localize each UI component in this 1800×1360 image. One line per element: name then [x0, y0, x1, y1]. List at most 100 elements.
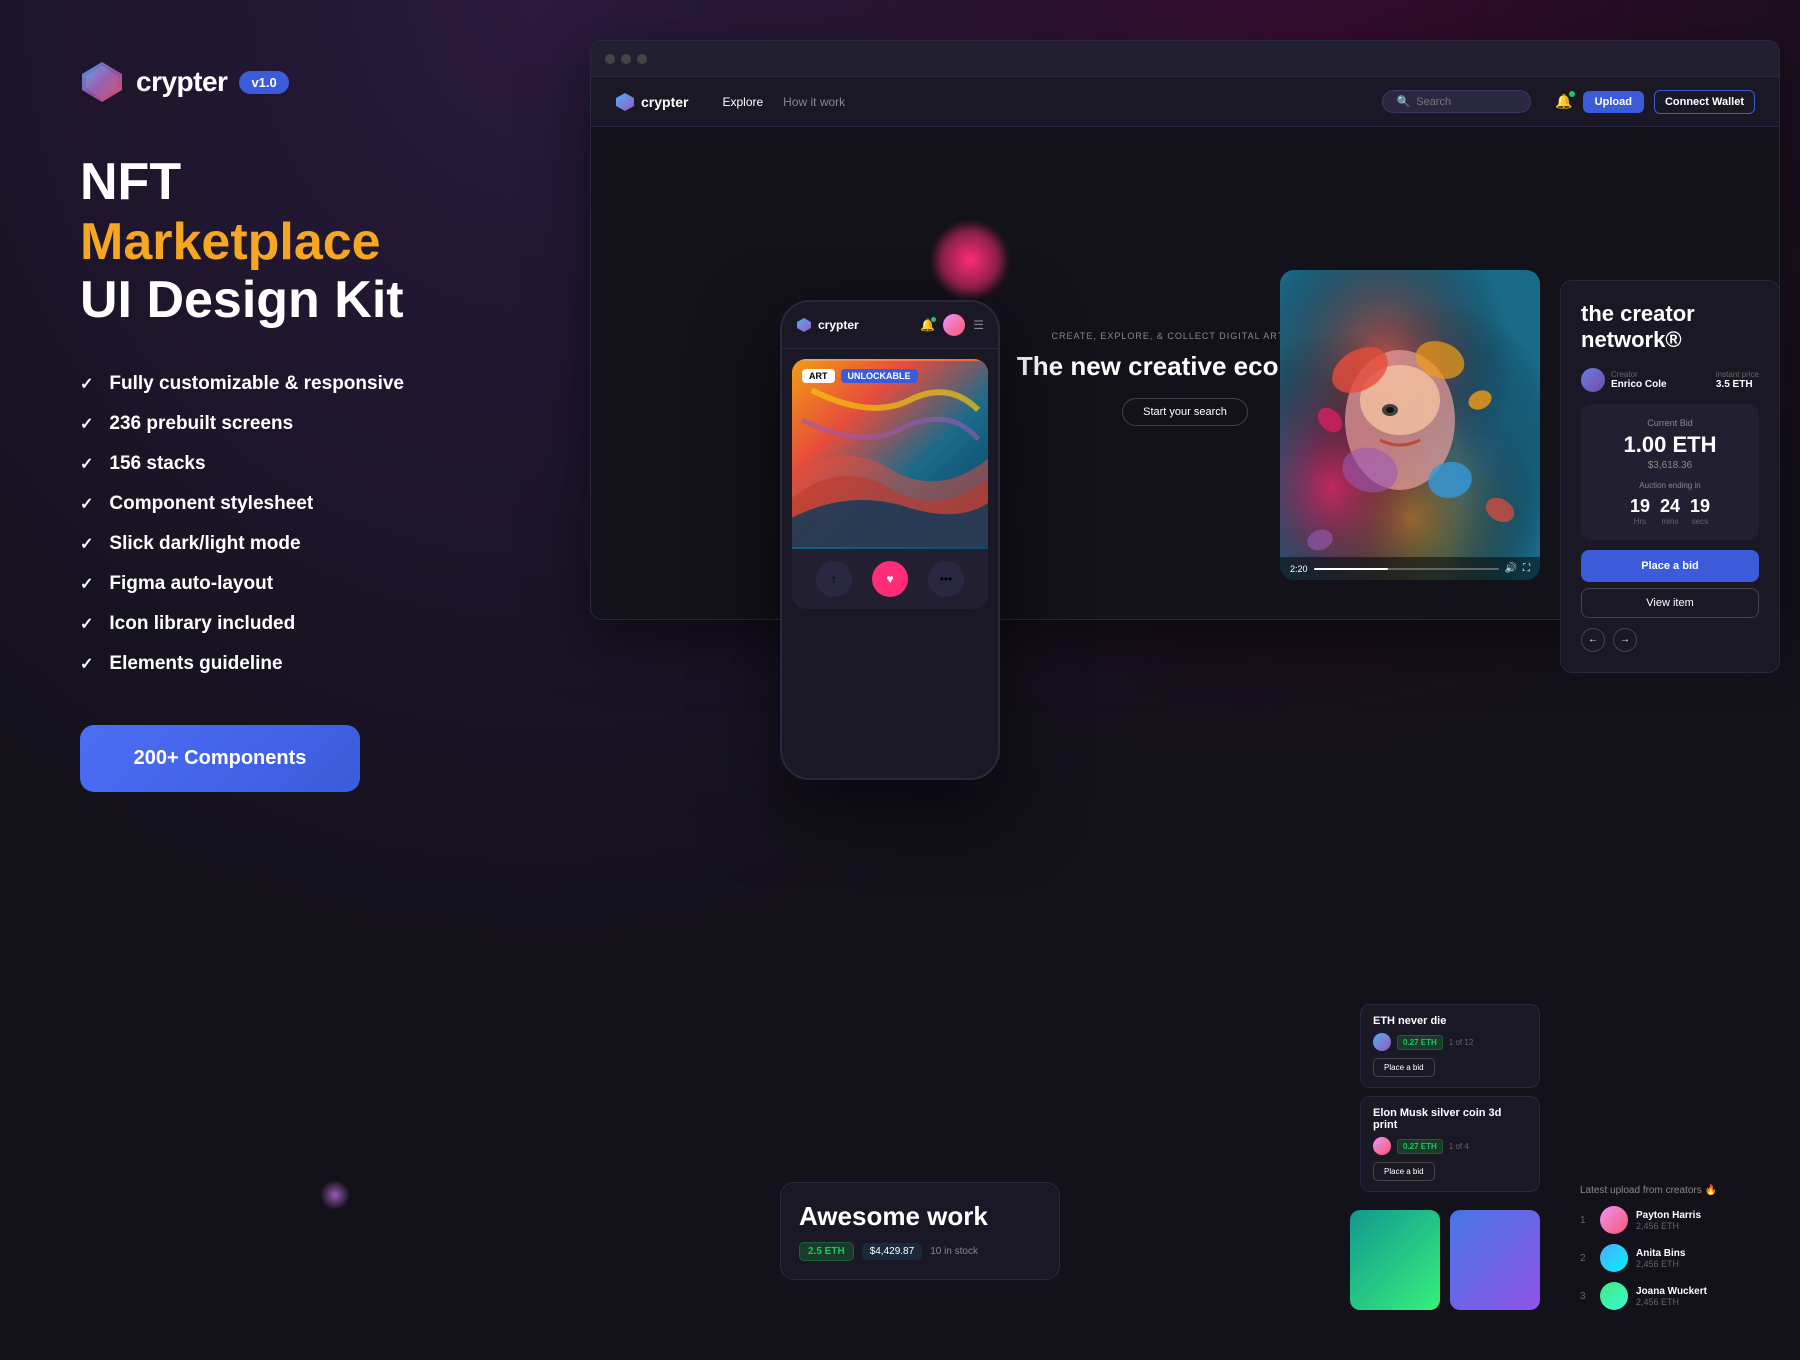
place-bid-button[interactable]: Place a bid	[1581, 550, 1759, 582]
nav-link-how[interactable]: How it work	[783, 95, 845, 109]
progress-bar[interactable]	[1314, 568, 1499, 570]
cta-button[interactable]: 200+ Components	[80, 725, 360, 792]
listing-title: ETH never die	[1373, 1015, 1527, 1027]
creator-row-info: Payton Harris 2,456 ETH	[1636, 1210, 1780, 1231]
place-bid-small-button[interactable]: Place a bid	[1373, 1162, 1435, 1181]
eth-listing-item: ETH never die 0.27 ETH 1 of 12 Place a b…	[1360, 1004, 1540, 1088]
mobile-navbar: crypter 🔔 ☰	[782, 302, 998, 349]
creator-network-panel: the creator network® Creator Enrico Cole…	[1560, 280, 1780, 673]
notification-bell-icon[interactable]: 🔔	[920, 318, 935, 332]
creator-list-item: 1 Payton Harris 2,456 ETH	[1580, 1206, 1780, 1234]
notification-active-dot	[931, 317, 936, 322]
like-button[interactable]: ♥	[872, 561, 908, 597]
creator-list-item: 3 Joana Wuckert 2,456 ETH	[1580, 1282, 1780, 1310]
notification-icon[interactable]: 🔔	[1555, 93, 1572, 110]
timer-secs: 19 secs	[1690, 496, 1710, 526]
mins-value: 24	[1660, 496, 1680, 517]
check-icon: ✓	[80, 574, 93, 594]
listing-avatar	[1373, 1137, 1391, 1155]
prev-arrow-button[interactable]: ←	[1581, 628, 1605, 652]
feature-text: Slick dark/light mode	[109, 533, 300, 555]
current-bid-label: Current Bid	[1595, 418, 1745, 428]
eth-listing-item: Elon Musk silver coin 3d print 0.27 ETH …	[1360, 1096, 1540, 1192]
hamburger-menu-icon[interactable]: ☰	[973, 318, 984, 332]
secs-label: secs	[1690, 517, 1710, 526]
check-icon: ✓	[80, 414, 93, 434]
next-arrow-button[interactable]: →	[1613, 628, 1637, 652]
timer-mins: 24 mins	[1660, 496, 1680, 526]
nft-thumb-2	[1450, 1210, 1540, 1310]
check-icon: ✓	[80, 614, 93, 634]
bid-amount: 1.00 ETH	[1595, 432, 1745, 458]
list-item: ✓ Icon library included	[80, 613, 450, 635]
logo-row: crypter v1.0	[80, 60, 450, 104]
creator-row-avatar	[1600, 1206, 1628, 1234]
check-icon: ✓	[80, 654, 93, 674]
check-icon: ✓	[80, 374, 93, 394]
feature-text: Fully customizable & responsive	[109, 373, 404, 395]
hero-search-button[interactable]: Start your search	[1122, 398, 1248, 426]
browser-dot-green	[637, 54, 647, 64]
view-item-button[interactable]: View item	[1581, 588, 1759, 618]
creator-row-eth: 2,456 ETH	[1636, 1297, 1780, 1307]
nav-search[interactable]: 🔍	[1382, 90, 1532, 113]
mobile-nft-card: ART UNLOCKABLE ↑ ♥ •••	[792, 359, 988, 609]
auction-label: Auction ending in	[1595, 481, 1745, 490]
bid-usd: $3,618.36	[1595, 460, 1745, 471]
listing-eth: 0.27 ETH	[1397, 1035, 1443, 1050]
search-icon: 🔍	[1397, 95, 1411, 108]
list-item: ✓ 156 stacks	[80, 453, 450, 475]
nav-actions: 🔔 Upload Connect Wallet	[1555, 90, 1755, 114]
unlockable-tag: UNLOCKABLE	[841, 369, 918, 383]
more-options-button[interactable]: •••	[928, 561, 964, 597]
logo-diamond-icon	[80, 60, 124, 104]
search-input[interactable]	[1416, 96, 1516, 108]
creator-network-title: the creator network®	[1581, 301, 1759, 354]
mobile-mockup: crypter 🔔 ☰	[780, 300, 1000, 780]
artwork-info-card: Awesome work 2.5 ETH $4,429.87 10 in sto…	[780, 1182, 1060, 1280]
mobile-nft-actions: ↑ ♥ •••	[792, 549, 988, 609]
eth-listings-panel: ETH never die 0.27 ETH 1 of 12 Place a b…	[1360, 1004, 1540, 1200]
connect-wallet-button[interactable]: Connect Wallet	[1654, 90, 1755, 114]
mobile-logo: crypter	[796, 317, 859, 333]
site-logo-text: crypter	[641, 94, 688, 110]
creator-row-info: Anita Bins 2,456 ETH	[1636, 1248, 1780, 1269]
creator-row-avatar	[1600, 1244, 1628, 1272]
listing-title: Elon Musk silver coin 3d print	[1373, 1107, 1527, 1131]
creator-row-name: Anita Bins	[1636, 1248, 1780, 1259]
usd-price-badge: $4,429.87	[862, 1243, 923, 1260]
listing-meta: 0.27 ETH 1 of 12	[1373, 1033, 1527, 1051]
instant-price: 3.5 ETH	[1716, 379, 1759, 390]
left-panel: crypter v1.0 NFT Marketplace UI Design K…	[0, 0, 510, 1360]
art-tag: ART	[802, 369, 835, 383]
check-icon: ✓	[80, 534, 93, 554]
share-button[interactable]: ↑	[816, 561, 852, 597]
site-logo: crypter	[615, 92, 688, 112]
avatar[interactable]	[943, 314, 965, 336]
bid-card: Current Bid 1.00 ETH $3,618.36 Auction e…	[1581, 404, 1759, 540]
creator-rank: 2	[1580, 1253, 1592, 1264]
creator-rank: 1	[1580, 1215, 1592, 1226]
browser-dot-yellow	[621, 54, 631, 64]
creator-avatar	[1581, 368, 1605, 392]
list-item: ✓ Slick dark/light mode	[80, 533, 450, 555]
nav-link-explore[interactable]: Explore	[722, 95, 763, 109]
place-bid-small-button[interactable]: Place a bid	[1373, 1058, 1435, 1077]
creator-name: Enrico Cole	[1611, 379, 1667, 390]
list-item: ✓ Elements guideline	[80, 653, 450, 675]
volume-icon[interactable]: 🔊	[1505, 563, 1517, 574]
mobile-logo-text: crypter	[818, 318, 859, 332]
upload-button[interactable]: Upload	[1583, 91, 1644, 113]
logo-text: crypter	[136, 66, 227, 98]
instant-price-label: instant price	[1716, 370, 1759, 379]
creator-name-block: Creator Enrico Cole	[1611, 370, 1667, 390]
listing-meta: 0.27 ETH 1 of 4	[1373, 1137, 1527, 1155]
list-item: ✓ Component stylesheet	[80, 493, 450, 515]
headline-line2: UI Design Kit	[80, 272, 450, 329]
listing-of: 1 of 12	[1449, 1038, 1473, 1047]
creator-price-block: instant price 3.5 ETH	[1716, 370, 1759, 390]
bottom-nft-thumbnails	[1350, 1210, 1540, 1310]
fullscreen-icon[interactable]: ⛶	[1523, 563, 1530, 574]
nav-arrows: ← →	[1581, 628, 1759, 652]
stock-count: 10 in stock	[930, 1246, 978, 1257]
